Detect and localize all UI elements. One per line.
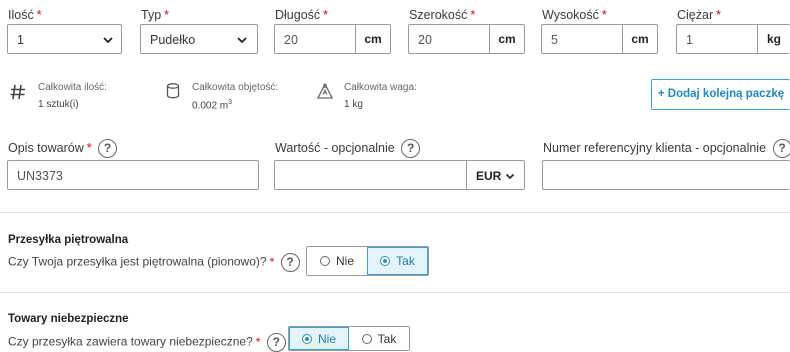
total-weight-title: Całkowita waga: <box>344 82 417 93</box>
required-mark: * <box>36 8 42 22</box>
quantity-select[interactable]: 1 <box>7 24 122 54</box>
total-volume-title: Całkowita objętość: <box>192 82 279 93</box>
stackable-option-yes[interactable]: Tak <box>366 247 428 275</box>
width-value: 20 <box>418 33 432 47</box>
required-mark: * <box>323 8 329 22</box>
dangerous-question: Czy przesyłka zawiera towary niebezpiecz… <box>8 333 286 352</box>
quantity-label: Ilość * <box>8 8 42 22</box>
radio-circle-icon <box>319 256 330 266</box>
chevron-down-icon <box>505 173 515 180</box>
total-quantity-title: Całkowita ilość: <box>38 82 107 93</box>
required-mark: * <box>716 8 721 22</box>
width-label: Szerokość * <box>409 8 476 22</box>
required-mark: * <box>470 8 476 22</box>
length-input[interactable]: 20 cm <box>274 24 391 54</box>
description-input[interactable]: UN3373 <box>7 160 259 190</box>
hash-icon <box>8 82 28 102</box>
width-unit: cm <box>489 25 524 53</box>
add-package-button[interactable]: + Dodaj kolejną paczkę <box>651 79 790 110</box>
stackable-title: Przesyłka piętrowalna <box>8 234 129 246</box>
required-mark: * <box>601 8 607 22</box>
height-unit: cm <box>622 25 657 53</box>
width-input[interactable]: 20 cm <box>408 24 525 54</box>
length-label: Długość * <box>275 8 329 22</box>
volume-unit-superscript: 3 <box>228 99 233 106</box>
required-mark: * <box>164 8 170 22</box>
stackable-option-no[interactable]: Nie <box>307 247 367 275</box>
stackable-question: Czy Twoja przesyłka jest piętrowalna (pi… <box>8 253 300 272</box>
length-unit: cm <box>355 25 390 53</box>
help-icon[interactable]: ? <box>772 139 790 158</box>
reference-input[interactable] <box>542 160 790 190</box>
required-mark: * <box>86 140 92 155</box>
dangerous-option-yes[interactable]: Tak <box>349 327 409 350</box>
weight-icon <box>315 81 335 101</box>
weight-value: 1 <box>686 33 693 47</box>
radio-selected-icon <box>302 333 312 344</box>
description-value: UN3373 <box>17 169 63 183</box>
height-label: Wysokość * <box>542 8 607 22</box>
reference-label: Numer referencyjny klienta - opcjonalnie… <box>543 139 790 158</box>
help-icon[interactable]: ? <box>280 253 300 272</box>
currency-select[interactable]: EUR <box>466 161 524 189</box>
weight-label: Ciężar * <box>677 8 721 22</box>
required-mark: * <box>269 254 275 269</box>
chevron-down-icon <box>103 37 113 44</box>
dangerous-option-no[interactable]: Nie <box>289 327 350 350</box>
height-input[interactable]: 5 cm <box>541 24 658 54</box>
length-value: 20 <box>284 33 298 47</box>
total-quantity-value: 1 sztuk(i) <box>38 99 79 110</box>
help-icon[interactable]: ? <box>98 139 118 158</box>
required-mark: * <box>255 334 261 349</box>
type-label: Typ * <box>141 8 170 22</box>
value-input[interactable]: EUR <box>274 160 525 190</box>
weight-unit: kg <box>757 25 790 53</box>
currency-value: EUR <box>476 169 502 183</box>
weight-input[interactable]: 1 kg <box>676 24 790 54</box>
radio-circle-icon <box>361 333 372 344</box>
cylinder-icon <box>163 81 183 101</box>
help-icon[interactable]: ? <box>266 333 286 352</box>
divider <box>0 292 790 293</box>
divider <box>0 212 790 213</box>
dangerous-title: Towary niebezpieczne <box>8 313 129 325</box>
type-value: Pudełko <box>150 33 196 47</box>
value-label: Wartość - opcjonalnie ? <box>275 139 421 158</box>
type-select[interactable]: Pudełko <box>140 24 258 54</box>
total-weight-value: 1 kg <box>344 99 363 110</box>
quantity-value: 1 <box>17 33 24 47</box>
radio-selected-icon <box>380 256 391 266</box>
description-label: Opis towarów * ? <box>8 139 118 158</box>
stackable-radio-group: Nie Tak <box>306 246 429 276</box>
help-icon[interactable]: ? <box>401 139 421 158</box>
dangerous-radio-group: Nie Tak <box>288 326 410 351</box>
height-value: 5 <box>551 33 558 47</box>
total-volume-value: 0.002 m3 <box>192 99 233 112</box>
chevron-down-icon <box>237 37 247 44</box>
